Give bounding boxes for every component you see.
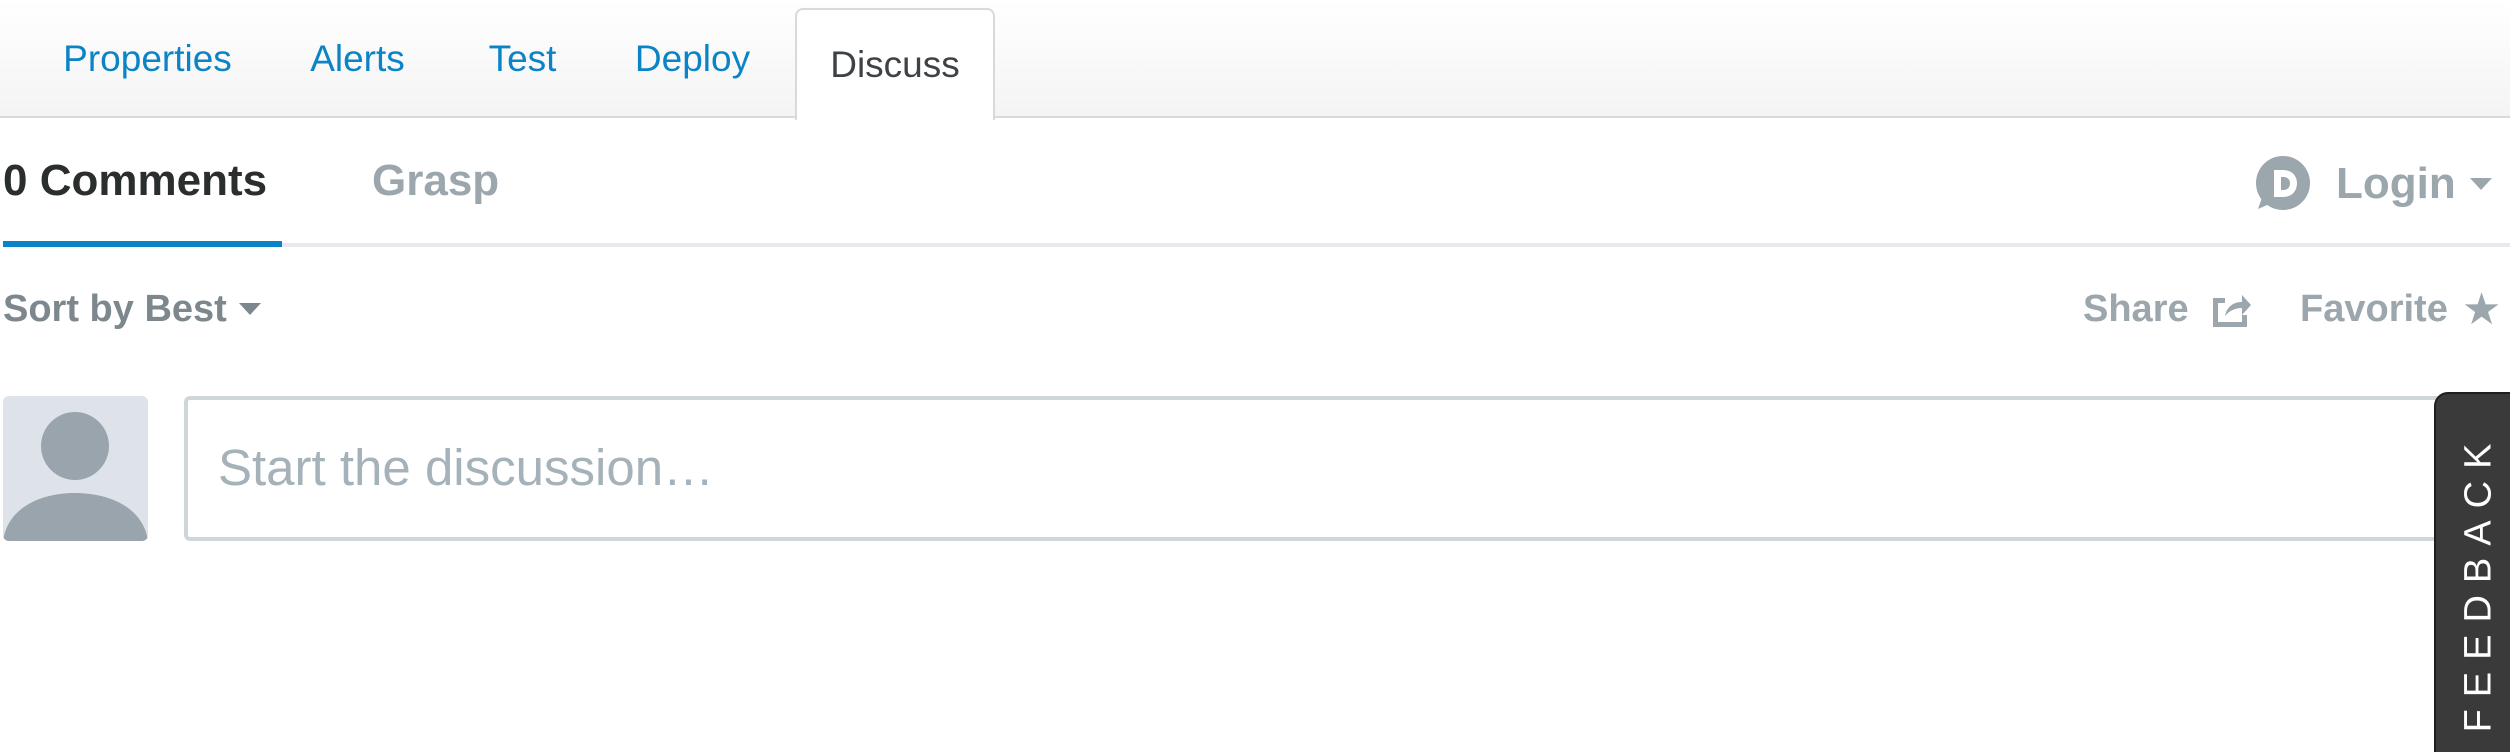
tab-alerts[interactable]: Alerts (290, 0, 425, 118)
user-avatar-icon (3, 412, 148, 541)
page: Properties Alerts Test Deploy Discuss 0 … (0, 0, 2510, 752)
disqus-nav-divider (3, 243, 2510, 247)
favorite-label: Favorite (2300, 287, 2448, 330)
tab-discuss[interactable]: Discuss (795, 8, 995, 120)
tab-bar: Properties Alerts Test Deploy Discuss (0, 0, 2510, 120)
tab-deploy[interactable]: Deploy (620, 0, 765, 118)
feedback-label: FEEDBACK (2457, 431, 2500, 733)
active-tab-indicator (3, 241, 282, 247)
tab-properties[interactable]: Properties (40, 0, 255, 118)
chevron-down-icon (238, 303, 261, 315)
favorite-button[interactable]: Favorite ★ (2300, 283, 2502, 335)
login-label: Login (2336, 159, 2456, 208)
feedback-tab[interactable]: FEEDBACK (2434, 392, 2510, 752)
share-button[interactable]: Share (2083, 284, 2251, 334)
sort-dropdown[interactable]: Sort by Best (3, 286, 261, 332)
tab-test[interactable]: Test (465, 0, 580, 118)
sort-label: Sort by Best (3, 287, 227, 330)
comment-input[interactable] (188, 400, 2510, 537)
comment-composer[interactable] (184, 396, 2510, 541)
share-icon (2212, 295, 2251, 327)
disqus-logo-icon (2256, 156, 2310, 210)
star-icon: ★ (2461, 283, 2502, 335)
chevron-down-icon (2469, 178, 2492, 190)
login-menu[interactable]: Login (2252, 152, 2492, 216)
share-label: Share (2083, 287, 2189, 330)
community-tab[interactable]: Grasp (372, 156, 499, 206)
comments-count-tab[interactable]: 0 Comments (3, 156, 267, 206)
avatar (3, 396, 148, 541)
